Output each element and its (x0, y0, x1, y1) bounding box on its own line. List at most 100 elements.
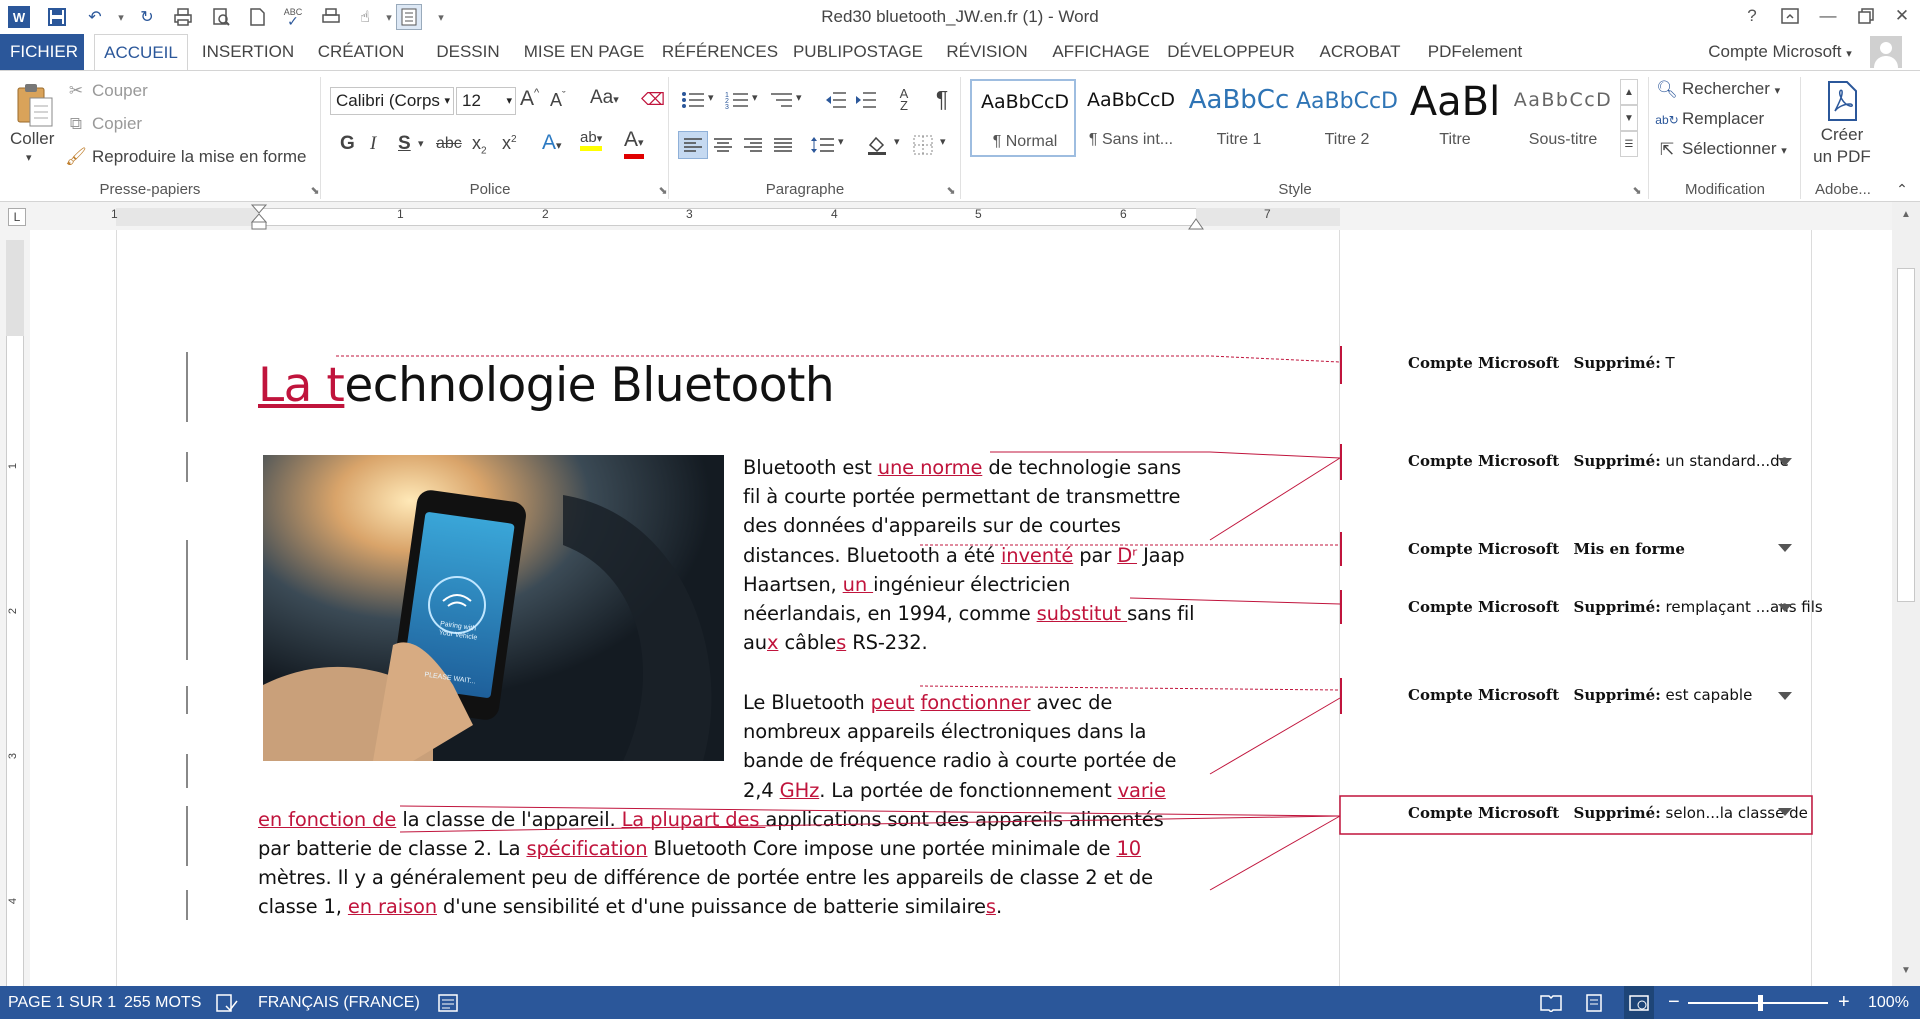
style-titre-1[interactable]: AaBbCc Titre 1 (1186, 79, 1292, 157)
tab-dessin[interactable]: DESSIN (426, 34, 510, 70)
revision-balloon[interactable]: Compte Microsoft Supprimé: remplaçant ..… (1408, 598, 1823, 616)
right-indent-icon[interactable] (1188, 216, 1204, 230)
line-spacing-dropdown-icon[interactable]: ▾ (838, 135, 844, 148)
paragraph-line[interactable]: en fonction de la classe de l'appareil. … (258, 808, 1164, 831)
tab-acrobat[interactable]: ACROBAT (1310, 34, 1410, 70)
subscript-button[interactable]: x2 (472, 133, 487, 157)
scroll-up-icon[interactable]: ▲ (1897, 206, 1915, 224)
highlight-button[interactable]: ab▾ (580, 129, 603, 151)
paragraph-line[interactable]: des données d'appareils sur de courtes (743, 514, 1121, 537)
align-right-icon[interactable] (738, 131, 768, 159)
tab-publipostage[interactable]: PUBLIPOSTAGE (790, 34, 926, 70)
paragraph-line[interactable]: distances. Bluetooth a été inventé par D… (743, 544, 1185, 567)
balloon-expand-icon[interactable] (1778, 544, 1792, 552)
grow-font-button[interactable]: A^ (520, 87, 539, 111)
balloon-expand-icon[interactable] (1778, 692, 1792, 700)
paste-dropdown-icon[interactable]: ▾ (26, 151, 32, 164)
borders-icon[interactable] (908, 131, 938, 159)
copy-button[interactable]: Copier (92, 114, 142, 134)
change-case-button[interactable]: Aa▾ (590, 87, 619, 109)
paragraph-launcher-icon[interactable]: ⬊ (944, 183, 958, 197)
paragraph-line[interactable]: aux câbles RS-232. (743, 631, 928, 654)
shading-dropdown-icon[interactable]: ▾ (894, 135, 900, 148)
style-sans-interligne[interactable]: AaBbCcD ¶ Sans int... (1078, 79, 1184, 157)
paragraph-line[interactable]: Bluetooth est une norme de technologie s… (743, 456, 1181, 479)
avatar[interactable] (1870, 36, 1902, 68)
tab-fichier[interactable]: FICHIER (0, 34, 84, 70)
tab-references[interactable]: RÉFÉRENCES (660, 34, 780, 70)
help-button[interactable]: ? (1734, 2, 1770, 30)
paragraph-line[interactable]: par batterie de classe 2. La spécificati… (258, 837, 1141, 860)
font-size-input[interactable]: 12 ▾ (456, 87, 516, 115)
ribbon-display-options-icon[interactable] (1772, 2, 1808, 30)
revision-balloon[interactable]: Compte Microsoft Supprimé: un standard..… (1408, 452, 1789, 470)
tab-developpeur[interactable]: DÉVELOPPEUR (1166, 34, 1296, 70)
multilevel-dropdown-icon[interactable]: ▾ (796, 91, 802, 104)
style-sous-titre[interactable]: AaBbCcD Sous-titre (1510, 79, 1616, 157)
balloon-expand-icon[interactable] (1778, 458, 1792, 466)
numbering-icon[interactable]: 123 (722, 87, 752, 113)
tab-selector-icon[interactable]: L (8, 208, 26, 226)
clear-formatting-icon[interactable]: ⌫ (640, 87, 666, 113)
text-effects-button[interactable]: A▾ (542, 131, 562, 155)
print-layout-icon[interactable] (1584, 986, 1604, 1019)
tab-affichage[interactable]: AFFICHAGE (1046, 34, 1156, 70)
font-color-button[interactable]: A▾ (624, 129, 644, 159)
zoom-out-icon[interactable]: − (1668, 986, 1680, 1019)
paste-icon[interactable] (12, 81, 56, 129)
shrink-font-button[interactable]: Aˇ (550, 90, 566, 111)
borders-dropdown-icon[interactable]: ▾ (940, 135, 946, 148)
read-mode-icon[interactable] (1540, 986, 1562, 1019)
paragraph-line[interactable]: mètres. Il y a généralement peu de diffé… (258, 866, 1153, 889)
bullets-dropdown-icon[interactable]: ▾ (708, 91, 714, 104)
page-count[interactable]: PAGE 1 SUR 1 (8, 986, 116, 1019)
vertical-scrollbar[interactable]: ▲ ▼ (1892, 202, 1920, 986)
scroll-down-icon[interactable]: ▼ (1897, 962, 1915, 980)
indent-markers-icon[interactable] (250, 204, 268, 230)
decrease-indent-icon[interactable] (822, 87, 850, 113)
paragraph-line[interactable]: Le Bluetooth peut fonctionner avec de (743, 691, 1112, 714)
zoom-slider-thumb[interactable] (1758, 995, 1763, 1011)
style-launcher-icon[interactable]: ⬊ (1630, 183, 1644, 197)
bold-button[interactable]: G (340, 133, 355, 155)
tab-insertion[interactable]: INSERTION (198, 34, 298, 70)
balloon-expand-icon[interactable] (1778, 604, 1792, 612)
language[interactable]: FRANÇAIS (FRANCE) (258, 986, 420, 1019)
shading-icon[interactable] (862, 131, 892, 159)
style-normal[interactable]: AaBbCcD ¶ Normal (970, 79, 1076, 157)
paste-button[interactable]: Coller (10, 129, 54, 149)
bullets-icon[interactable] (678, 87, 708, 113)
font-name-input[interactable]: Calibri (Corps ▾ (330, 87, 454, 115)
create-pdf-button[interactable]: Créer (1818, 125, 1866, 145)
account-menu[interactable]: Compte Microsoft ▾ (1700, 34, 1860, 70)
styles-more-icon[interactable]: ☰ (1620, 131, 1638, 157)
word-count[interactable]: 255 MOTS (124, 986, 201, 1019)
format-painter-button[interactable]: Reproduire la mise en forme (92, 147, 306, 167)
find-button[interactable]: Rechercher ▾ (1682, 79, 1780, 99)
replace-button[interactable]: Remplacer (1682, 109, 1764, 129)
numbering-dropdown-icon[interactable]: ▾ (752, 91, 758, 104)
restore-icon[interactable] (1848, 2, 1884, 30)
superscript-button[interactable]: x2 (502, 133, 517, 154)
align-left-icon[interactable] (678, 131, 708, 159)
increase-indent-icon[interactable] (852, 87, 880, 113)
style-titre-2[interactable]: AaBbCcD Titre 2 (1294, 79, 1400, 157)
web-layout-icon[interactable] (1624, 986, 1654, 1019)
italic-button[interactable]: I (370, 133, 376, 155)
document-title[interactable]: La technologie Bluetooth (258, 358, 835, 413)
tab-revision[interactable]: RÉVISION (938, 34, 1036, 70)
zoom-in-icon[interactable]: + (1838, 986, 1850, 1019)
paragraph-line[interactable]: 2,4 GHz. La portée de fonctionnement var… (743, 779, 1166, 802)
paragraph-line[interactable]: bande de fréquence radio à courte portée… (743, 749, 1176, 772)
tab-mise-en-page[interactable]: MISE EN PAGE (518, 34, 650, 70)
document-image[interactable]: Pairing with Your Vehicle PLEASE WAIT... (263, 455, 724, 761)
underline-button[interactable]: S (398, 133, 411, 155)
styles-scroll-down-icon[interactable]: ▼ (1620, 105, 1638, 131)
revision-balloon[interactable]: Compte Microsoft Supprimé: T (1408, 354, 1675, 372)
style-titre[interactable]: AaBl Titre (1402, 79, 1508, 157)
cut-button[interactable]: Couper (92, 81, 148, 101)
macro-recording-icon[interactable] (438, 986, 458, 1019)
paragraph-line[interactable]: nombreux appareils électroniques dans la (743, 720, 1147, 743)
paragraph-line[interactable]: classe 1, en raison d'une sensibilité et… (258, 895, 1002, 918)
minimize-icon[interactable]: — (1810, 2, 1846, 30)
